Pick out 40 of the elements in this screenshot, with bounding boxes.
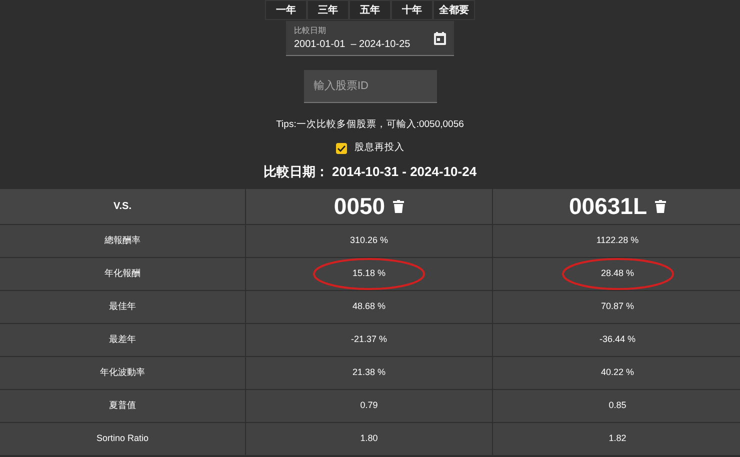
table-cell-text: 21.38 % xyxy=(352,366,386,380)
row-label: 年化報酬 xyxy=(0,258,245,290)
checkbox-label: 股息再投入 xyxy=(354,141,404,156)
table-cell-text: -36.44 % xyxy=(599,333,636,346)
row-label: 夏普值 xyxy=(0,390,245,422)
compare-date-title: 比較日期： 2014-10-31 - 2024-10-24 xyxy=(263,162,477,180)
range-button[interactable]: 全都要 xyxy=(433,0,475,20)
checkbox[interactable] xyxy=(336,142,346,154)
table-cell-text: 1.80 xyxy=(360,432,378,446)
table-header-cell: V.S. xyxy=(0,189,245,224)
tips-text: Tips:一次比較多個股票，可輸入:0050,0056 xyxy=(276,118,464,132)
table-cell-text: 310.26 % xyxy=(350,234,388,248)
range-button[interactable]: 三年 xyxy=(307,0,349,20)
table-cell-text: 40.22 % xyxy=(600,366,634,380)
row-label: 最差年 xyxy=(0,324,245,356)
table-cell-text: 0.85 xyxy=(608,399,626,412)
table-cell-text: -21.37 % xyxy=(350,333,388,346)
date-field-label: 比較日期 xyxy=(294,24,327,36)
table-cell-text: 48.68 % xyxy=(352,300,386,314)
date-field[interactable]: 比較日期 2001-01-01 – 2024-10-25 xyxy=(286,21,454,56)
range-button[interactable]: 五年 xyxy=(349,0,391,20)
calendar-icon[interactable] xyxy=(434,32,446,44)
range-button[interactable]: 十年 xyxy=(391,0,433,20)
trash-icon[interactable] xyxy=(393,200,404,213)
stock-id-input[interactable]: 輸入股票ID xyxy=(304,70,436,103)
table-cell-text: 28.48 % xyxy=(600,267,634,280)
table-cell-text: 15.18 % xyxy=(352,267,386,280)
table-cell-text: 1.82 xyxy=(608,432,626,446)
stock-code: 0050 xyxy=(334,192,386,222)
trash-icon[interactable] xyxy=(655,200,666,213)
date-range-value: 2001-01-01 – 2024-10-25 xyxy=(294,38,412,52)
row-label: 最佳年 xyxy=(0,291,245,323)
row-label: 年化波動率 xyxy=(0,357,245,389)
row-label: Sortino Ratio xyxy=(0,423,245,455)
table-cell-text: 1122.28 % xyxy=(596,234,639,248)
table-cell-text: 0.79 xyxy=(360,399,378,412)
range-button[interactable]: 一年 xyxy=(265,0,307,20)
table-cell-text: 70.87 % xyxy=(600,300,634,314)
row-label: 總報酬率 xyxy=(0,225,245,257)
stock-code: 00631L xyxy=(568,192,647,222)
